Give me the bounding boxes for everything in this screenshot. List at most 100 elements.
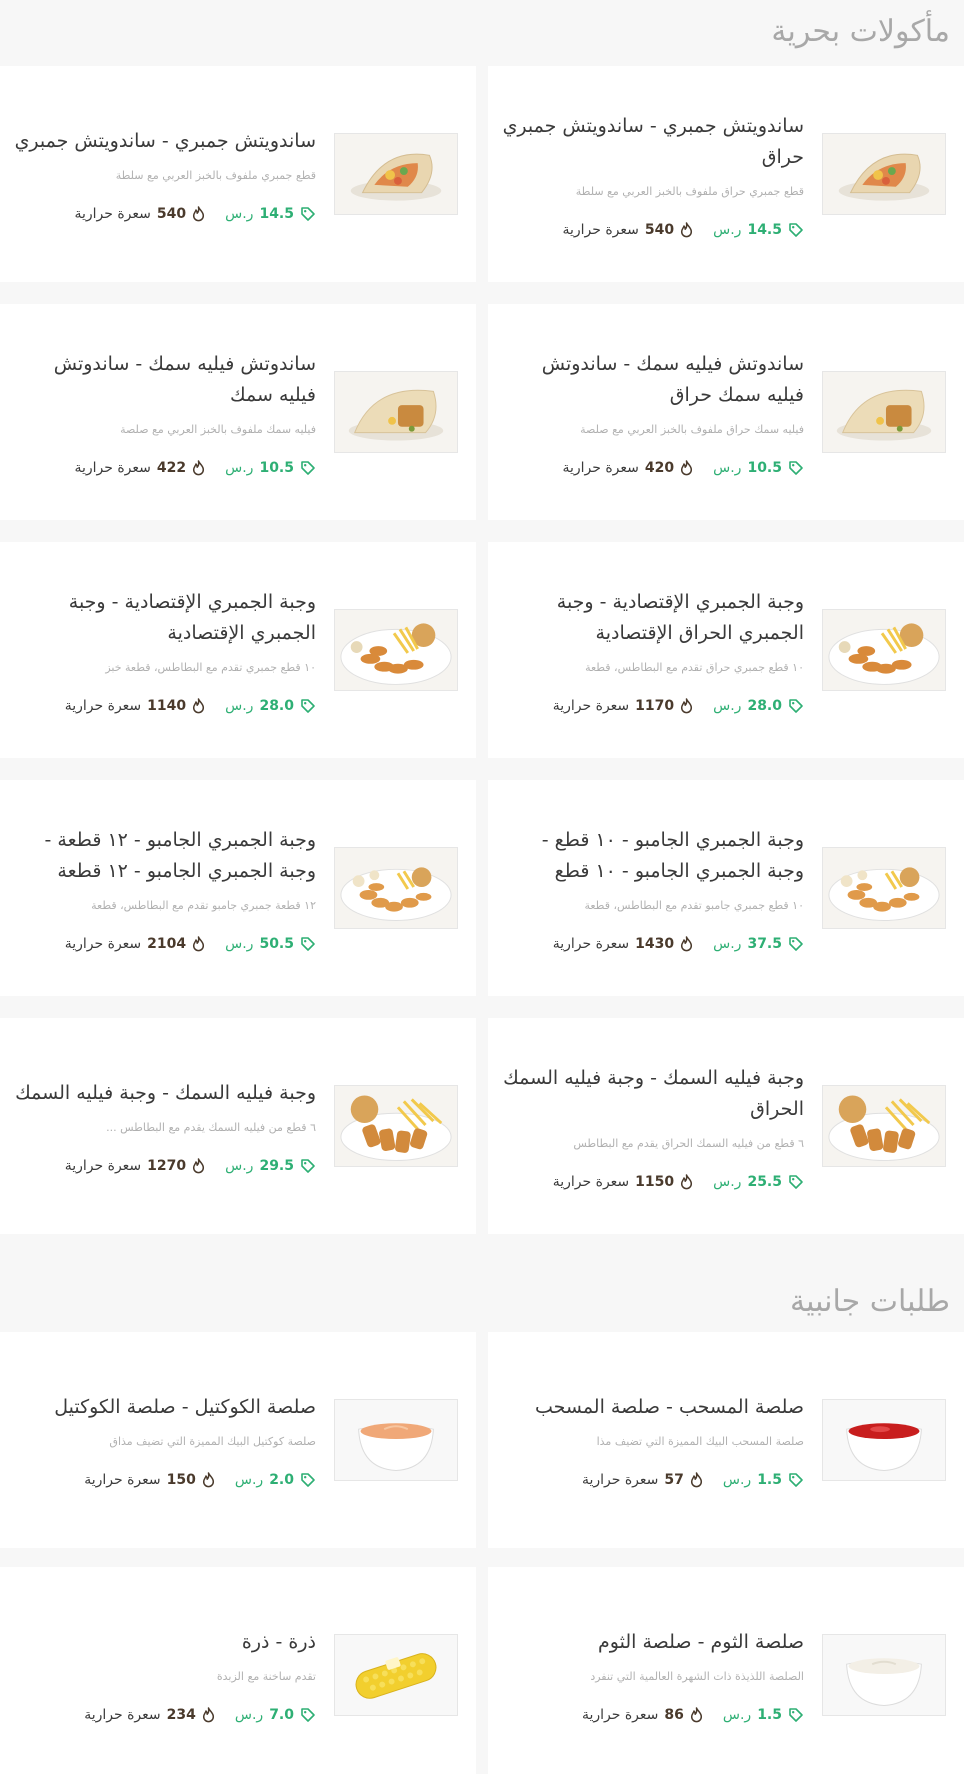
menu-item-card[interactable]: صلصة الثوم - صلصة الثوم الصلصة اللذيذة ذ…	[488, 1567, 964, 1774]
menu-item-name[interactable]: ساندوتش فيليه سمك - ساندوتش فيليه سمك حر…	[500, 349, 804, 411]
menu-item-image[interactable]	[822, 133, 946, 215]
menu-item-calories: 540 سعرة حرارية	[562, 222, 693, 238]
menu-item-card[interactable]: صلصة المسحب - صلصة المسحب صلصة المسحب ال…	[488, 1332, 964, 1548]
menu-item-info: وجبة الجمبري الإقتصادية - وجبة الجمبري ا…	[500, 587, 804, 714]
menu-item-description: صلصة المسحب البيك المميزة التي تضيف مذا	[596, 1435, 804, 1448]
menu-item-name[interactable]: صلصة المسحب - صلصة المسحب	[535, 1392, 804, 1423]
menu-item-calories: 1430 سعرة حرارية	[553, 936, 693, 952]
menu-item-description: صلصة كوكتيل البيك المميزة التي تضيف مذاق	[109, 1435, 316, 1448]
menu-item-card[interactable]: ساندوتش فيليه سمك - ساندوتش فيليه سمك في…	[0, 304, 476, 520]
calories-value: 86	[664, 1707, 684, 1723]
price-value: 28.0	[259, 697, 294, 714]
menu-item-name[interactable]: وجبة الجمبري الإقتصادية - وجبة الجمبري ا…	[500, 587, 804, 649]
shrimp-wrap-image	[335, 134, 457, 214]
menu-item-card[interactable]: وجبة الجمبري الجامبو - ١٠ قطع - وجبة الج…	[488, 780, 964, 996]
flame-icon	[193, 697, 205, 713]
menu-item-image[interactable]	[822, 1085, 946, 1167]
price-currency: ر.س	[234, 1707, 264, 1723]
menu-item-meta: 29.5 ر.س 1270 سعرة حرارية	[65, 1158, 316, 1174]
menu-item-card[interactable]: ذرة - ذرة تقدم ساخنة مع الزبدة 7.0 ر.س 2…	[0, 1567, 476, 1774]
menu-item-image[interactable]	[822, 609, 946, 691]
menu-item-card[interactable]: ساندويتش جمبري - ساندويتش جمبري حراق قطع…	[488, 66, 964, 282]
menu-item-card[interactable]: وجبة الجمبري الإقتصادية - وجبة الجمبري ا…	[0, 542, 476, 758]
menu-item-info: وجبة الجمبري الجامبو - ١٠ قطع - وجبة الج…	[500, 825, 804, 952]
menu-item-name[interactable]: وجبة الجمبري الجامبو - ١٠ قطع - وجبة الج…	[500, 825, 804, 887]
menu-item-image[interactable]	[334, 1085, 458, 1167]
menu-item-image[interactable]	[334, 133, 458, 215]
price-tag-icon	[301, 1159, 315, 1173]
menu-item-name[interactable]: وجبة فيليه السمك - وجبة فيليه السمك	[15, 1078, 316, 1109]
price-currency: ر.س	[713, 459, 742, 476]
price-value: 29.5	[259, 1158, 294, 1174]
flame-icon	[681, 935, 693, 951]
menu-item-image[interactable]	[822, 1634, 946, 1716]
menu-item-image[interactable]	[334, 371, 458, 453]
menu-item-info: ساندوتش فيليه سمك - ساندوتش فيليه سمك حر…	[500, 349, 804, 476]
price-tag-icon	[789, 222, 803, 237]
shrimp-meal-image	[335, 610, 457, 690]
menu-item-name[interactable]: ذرة - ذرة	[242, 1627, 316, 1658]
menu-item-description: ١٠ قطع جمبري حراق تقدم مع البطاطس، قطعة	[585, 660, 804, 674]
calories-value: 422	[156, 459, 187, 476]
calories-unit: سعرة حرارية	[552, 1173, 630, 1190]
calories-value: 2104	[147, 935, 187, 952]
price-tag-icon	[301, 698, 315, 713]
menu-item-card[interactable]: وجبة الجمبري الجامبو - ١٢ قطعة - وجبة ال…	[0, 780, 476, 996]
menu-item-image[interactable]	[334, 847, 458, 929]
menu-item-name[interactable]: وجبة الجمبري الإقتصادية - وجبة الجمبري ا…	[12, 587, 316, 649]
menu-item-card[interactable]: ساندويتش جمبري - ساندويتش جمبري قطع جمبر…	[0, 66, 476, 282]
menu-item-meta: 10.5 ر.س 420 سعرة حرارية	[562, 460, 804, 476]
menu-item-image[interactable]	[822, 847, 946, 929]
price-value: 1.5	[757, 1472, 782, 1488]
calories-value: 1150	[635, 1173, 675, 1190]
menu-item-price: 25.5 ر.س	[713, 1174, 804, 1190]
jumbo-meal-image	[823, 848, 945, 928]
menu-item-name[interactable]: ساندويتش جمبري - ساندويتش جمبري	[15, 126, 316, 157]
menu-item-image[interactable]	[334, 1399, 458, 1481]
price-currency: ر.س	[722, 1472, 752, 1488]
price-currency: ر.س	[713, 697, 742, 714]
flame-icon	[193, 1158, 205, 1174]
garlic-sauce-image	[823, 1635, 945, 1715]
price-tag-icon	[301, 1708, 315, 1722]
menu-item-image[interactable]	[334, 1634, 458, 1716]
price-tag-icon	[789, 1473, 803, 1487]
menu-item-card[interactable]: صلصة الكوكتيل - صلصة الكوكتيل صلصة كوكتي…	[0, 1332, 476, 1548]
flame-icon	[202, 1707, 214, 1723]
menu-item-price: 37.5 ر.س	[713, 936, 804, 952]
price-value: 25.5	[747, 1173, 782, 1190]
menu-item-card[interactable]: وجبة فيليه السمك - وجبة فيليه السمك الحر…	[488, 1018, 964, 1234]
menu-item-card[interactable]: ساندوتش فيليه سمك - ساندوتش فيليه سمك حر…	[488, 304, 964, 520]
menu-item-price: 14.5 ر.س	[225, 206, 316, 222]
menu-item-name[interactable]: صلصة الكوكتيل - صلصة الكوكتيل	[54, 1392, 316, 1423]
menu-item-name[interactable]: ساندويتش جمبري - ساندويتش جمبري حراق	[500, 111, 804, 173]
calories-unit: سعرة حرارية	[84, 1707, 161, 1723]
menu-item-meta: 14.5 ر.س 540 سعرة حرارية	[562, 222, 804, 238]
price-tag-icon	[301, 936, 315, 951]
menu-item-card[interactable]: وجبة فيليه السمك - وجبة فيليه السمك ٦ قط…	[0, 1018, 476, 1234]
menu-item-description: ٦ قطع من فيليه السمك يقدم مع البطاطس ...	[106, 1121, 316, 1134]
price-currency: ر.س	[225, 459, 254, 476]
menu-item-description: ١٠ قطع جمبري جامبو تقدم مع البطاطس، قطعة	[584, 898, 804, 912]
menu-item-description: فيليه سمك حراق ملفوف بالخبز العربي مع صل…	[580, 422, 804, 436]
menu-item-calories: 1270 سعرة حرارية	[65, 1158, 205, 1174]
menu-item-image[interactable]	[822, 1399, 946, 1481]
menu-item-price: 10.5 ر.س	[713, 460, 804, 476]
menu-item-description: تقدم ساخنة مع الزبدة	[216, 1670, 316, 1683]
price-currency: ر.س	[713, 935, 742, 952]
flame-icon	[690, 1707, 702, 1723]
price-value: 14.5	[747, 221, 782, 238]
menu-item-image[interactable]	[822, 371, 946, 453]
menu-item-image[interactable]	[334, 609, 458, 691]
menu-item-name[interactable]: ساندوتش فيليه سمك - ساندوتش فيليه سمك	[12, 349, 316, 411]
menu-item-name[interactable]: وجبة فيليه السمك - وجبة فيليه السمك الحر…	[500, 1063, 804, 1125]
menu-item-meta: 14.5 ر.س 540 سعرة حرارية	[74, 206, 316, 222]
menu-item-card[interactable]: وجبة الجمبري الإقتصادية - وجبة الجمبري ا…	[488, 542, 964, 758]
menu-item-calories: 234 سعرة حرارية	[84, 1707, 215, 1723]
price-value: 37.5	[747, 935, 782, 952]
menu-item-name[interactable]: وجبة الجمبري الجامبو - ١٢ قطعة - وجبة ال…	[12, 825, 317, 887]
section-title-sides: طلبات جانبية	[789, 1283, 950, 1319]
menu-item-name[interactable]: صلصة الثوم - صلصة الثوم	[598, 1627, 804, 1658]
price-tag-icon	[301, 1473, 315, 1487]
calories-unit: سعرة حرارية	[552, 935, 630, 952]
